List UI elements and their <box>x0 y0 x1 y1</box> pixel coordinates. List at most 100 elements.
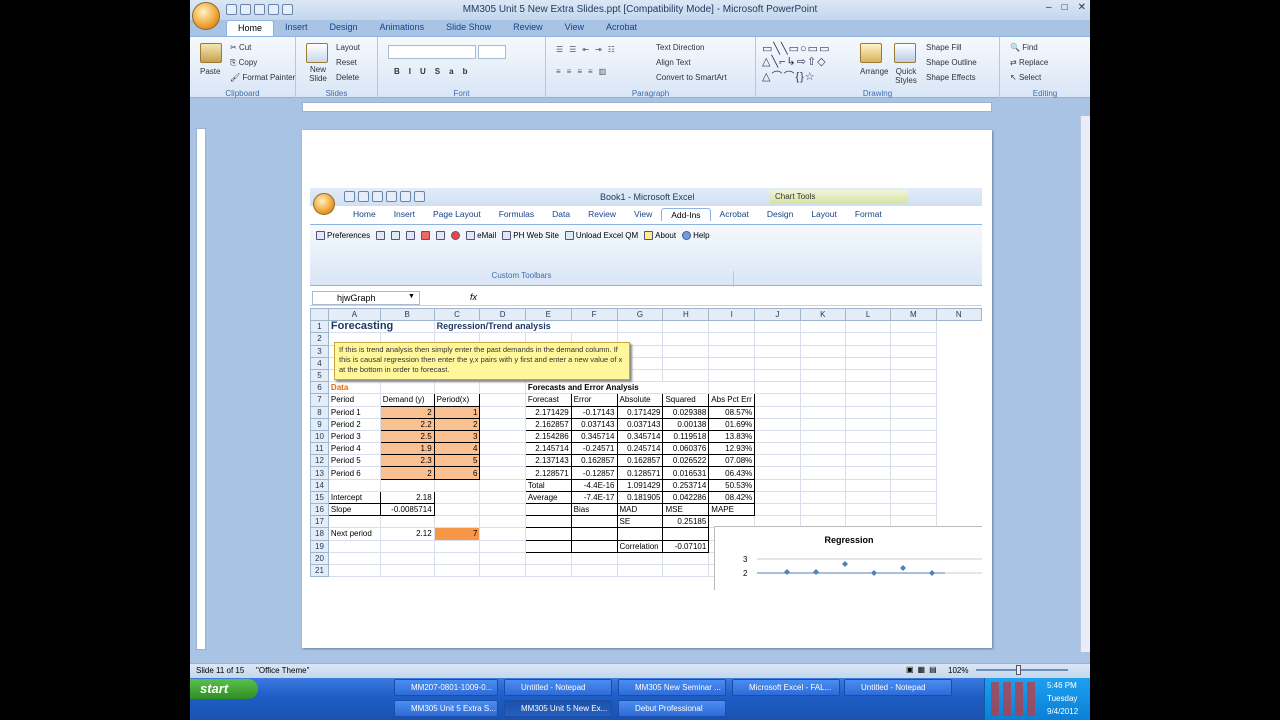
minimize-icon[interactable]: – <box>1046 2 1052 13</box>
fea-cell[interactable]: 08.57% <box>708 405 756 419</box>
fea-cell[interactable]: 0.128571 <box>616 466 664 480</box>
demand-cell[interactable]: 2 <box>379 466 435 480</box>
regression-chart[interactable]: Regression 3 2 <box>714 526 982 590</box>
intercept-label[interactable]: Intercept <box>327 490 381 505</box>
about-button[interactable]: About <box>644 231 676 240</box>
average-cell[interactable]: 0.042286 <box>662 490 710 505</box>
demand-cell[interactable]: 2.5 <box>379 429 435 444</box>
data-label[interactable]: Data <box>327 381 381 395</box>
row-header[interactable]: 2 <box>310 332 329 346</box>
xtab-view[interactable]: View <box>625 208 661 221</box>
task-excel[interactable]: Microsoft Excel - FAL... <box>732 679 840 696</box>
font-name-select[interactable] <box>388 45 476 59</box>
xtab-review[interactable]: Review <box>579 208 625 221</box>
task-debut[interactable]: Debut Professional <box>618 700 726 717</box>
col-header[interactable]: I <box>708 307 756 322</box>
col-header[interactable]: M <box>890 307 937 322</box>
shapes-gallery[interactable]: ▭╲╲▭○▭▭ △╲⌐↳⇨⇧◇ △⌒⌒{}☆ <box>762 42 830 84</box>
excel-redo-icon[interactable] <box>414 191 425 202</box>
row-header[interactable]: 9 <box>310 417 329 431</box>
bias-label[interactable]: Bias <box>570 502 618 517</box>
shape-effects-button[interactable]: Shape Effects <box>926 73 976 82</box>
xtab-acrobat[interactable]: Acrobat <box>711 208 758 221</box>
tab-view[interactable]: View <box>554 20 595 36</box>
xtab-formulas[interactable]: Formulas <box>490 208 543 221</box>
row-header[interactable]: 8 <box>310 405 329 419</box>
period-name[interactable]: Period 4 <box>327 442 381 456</box>
col-header[interactable]: G <box>616 307 664 322</box>
blank-cell[interactable] <box>616 527 664 541</box>
replace-button[interactable]: ⇄ Replace <box>1010 58 1048 67</box>
mape-label[interactable]: MAPE <box>708 502 756 517</box>
tab-acrobat[interactable]: Acrobat <box>595 20 648 36</box>
fea-cell[interactable]: 0.029388 <box>662 405 710 419</box>
mad-label[interactable]: MAD <box>616 502 664 517</box>
maximize-icon[interactable]: □ <box>1062 2 1068 13</box>
arrange-button[interactable]: Arrange <box>860 67 888 76</box>
row-header[interactable]: 16 <box>310 502 329 517</box>
tab-design[interactable]: Design <box>319 20 369 36</box>
col-header[interactable]: N <box>935 307 982 322</box>
office-button[interactable] <box>192 2 220 30</box>
toolbar-print-icon[interactable] <box>391 231 401 240</box>
row-header[interactable]: 6 <box>310 381 329 395</box>
email-button[interactable]: eMail <box>466 231 496 240</box>
blank-cell[interactable] <box>524 502 572 517</box>
arrange-icon[interactable] <box>860 43 882 63</box>
fea-cell[interactable]: 0.162857 <box>616 454 664 468</box>
period-name[interactable]: Period 1 <box>327 405 381 419</box>
row-header[interactable]: 10 <box>310 429 329 444</box>
name-box[interactable]: hjwGraph <box>312 291 420 305</box>
row-header[interactable]: 20 <box>310 551 329 565</box>
col-header[interactable]: J <box>754 307 801 322</box>
blank-cell[interactable] <box>524 539 572 553</box>
fx-icon[interactable]: fx <box>470 292 477 302</box>
xtab-page-layout[interactable]: Page Layout <box>424 208 490 221</box>
delete-button[interactable]: Delete <box>336 73 359 82</box>
average-cell[interactable]: 08.42% <box>708 490 756 505</box>
fea-cell[interactable]: 13.83% <box>708 429 756 444</box>
fea-cell[interactable]: 0.345714 <box>616 429 664 444</box>
row-header[interactable]: 12 <box>310 454 329 468</box>
xtab-format[interactable]: Format <box>846 208 891 221</box>
clock-time[interactable]: 5:46 PM <box>1047 681 1077 690</box>
col-header[interactable]: C <box>433 307 481 322</box>
tab-home[interactable]: Home <box>226 20 275 36</box>
select-all[interactable] <box>310 307 329 322</box>
task-ppt-new-extra[interactable]: MM305 Unit 5 New Ex... <box>504 700 612 717</box>
average-label[interactable]: Average <box>524 490 572 505</box>
se-label[interactable]: SE <box>616 515 664 529</box>
fea-cell[interactable]: 0.037143 <box>570 417 618 431</box>
demand-cell[interactable]: 1.9 <box>379 442 435 456</box>
task-notepad-2[interactable]: Untitled - Notepad <box>844 679 952 696</box>
fea-cell[interactable]: 0.00138 <box>662 417 710 431</box>
correlation-label[interactable]: Correlation <box>616 539 664 553</box>
fea-cell[interactable]: 0.037143 <box>616 417 664 431</box>
start-button[interactable]: start <box>190 679 258 699</box>
fea-cell[interactable]: 01.69% <box>708 417 756 431</box>
fea-cell[interactable]: 0.119518 <box>662 429 710 444</box>
format-buttons[interactable]: BIUSab <box>394 67 476 76</box>
demand-cell[interactable]: 2 <box>379 405 435 419</box>
fea-cell[interactable]: 0.060376 <box>662 442 710 456</box>
fea-cell[interactable]: 0.016531 <box>662 466 710 480</box>
task-firefox[interactable]: MM207-0801-1009-0... <box>394 679 498 696</box>
average-cell[interactable]: 0.181905 <box>616 490 664 505</box>
tab-animations[interactable]: Animations <box>369 20 436 36</box>
select-button[interactable]: ↖ Select <box>1010 73 1041 82</box>
total-label[interactable]: Total <box>524 478 572 492</box>
next-period-label[interactable]: Next period <box>327 527 381 541</box>
find-button[interactable]: 🔍 Find <box>1010 43 1038 52</box>
row-header[interactable]: 5 <box>310 368 329 383</box>
fea-cell[interactable]: 2.145714 <box>524 442 572 456</box>
toolbar-solve-icon[interactable] <box>421 231 431 240</box>
row-header[interactable]: 15 <box>310 490 329 505</box>
excel-new-icon[interactable] <box>344 191 355 202</box>
task-ppt-seminar[interactable]: MM305 New Seminar ... <box>618 679 726 696</box>
fea-cell[interactable]: 0.171429 <box>616 405 664 419</box>
xtab-layout[interactable]: Layout <box>802 208 846 221</box>
shape-outline-button[interactable]: Shape Outline <box>926 58 977 67</box>
fea-header[interactable]: Absolute <box>616 393 664 407</box>
row-header[interactable]: 4 <box>310 356 329 370</box>
new-slide-button[interactable]: New Slide <box>302 65 334 83</box>
